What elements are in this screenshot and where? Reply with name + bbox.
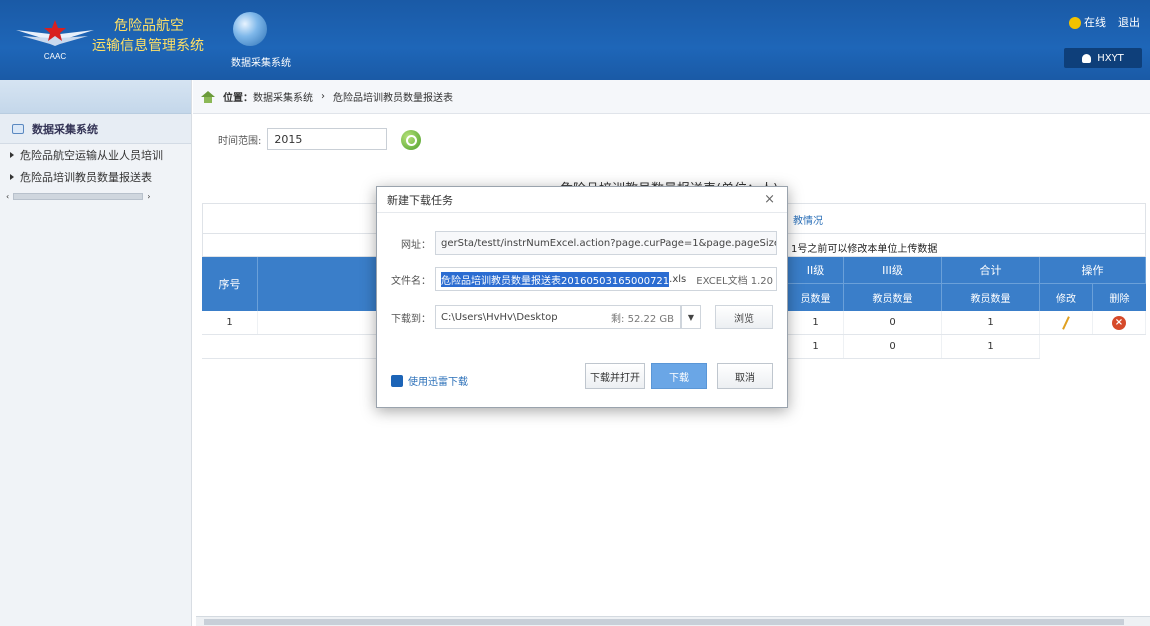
- filename-field[interactable]: 危险品培训教员数量报送表20160503165000721 .xls EXCEL…: [435, 267, 777, 291]
- cell-grade3: 0: [844, 311, 942, 334]
- download-dialog: 新建下载任务 × 网址： gerSta/testt/instrNumExcel.…: [376, 186, 788, 408]
- sidebar-item-label: 危险品培训教员数量报送表: [20, 171, 152, 184]
- caret-right-icon: [10, 152, 14, 158]
- download-open-button[interactable]: 下载并打开: [585, 363, 645, 389]
- time-range-label: 时间范围:: [218, 135, 262, 147]
- col-seq: 序号: [202, 257, 258, 311]
- url-row: 网址： gerSta/testt/instrNumExcel.action?pa…: [385, 231, 777, 255]
- time-range-input[interactable]: 2015: [267, 128, 388, 150]
- app-header: CAAC 危险品航空 运输信息管理系统 数据采集系统 在线 退出 HXYT: [0, 0, 1150, 80]
- home-icon[interactable]: [201, 90, 215, 103]
- path-dropdown[interactable]: ▼: [681, 305, 701, 329]
- filename-label: 文件名：: [391, 275, 431, 287]
- browse-button[interactable]: 浏览: [715, 305, 773, 329]
- details-link[interactable]: 教情况: [793, 212, 823, 227]
- xunlei-icon: [391, 374, 403, 387]
- notice-text: 1号之前可以修改本单位上传数据: [791, 244, 938, 255]
- pencil-icon: [1062, 315, 1070, 330]
- scroll-track[interactable]: [13, 192, 144, 200]
- cell-total: 1: [942, 311, 1040, 334]
- col-grade3-count: 教员数量: [844, 284, 942, 311]
- url-field[interactable]: gerSta/testt/instrNumExcel.action?page.c…: [435, 231, 777, 255]
- col-grade2: II级: [788, 257, 844, 284]
- xunlei-link[interactable]: 使用迅雷下载: [391, 373, 468, 388]
- close-icon[interactable]: ×: [764, 192, 775, 207]
- filename-row: 文件名： 危险品培训教员数量报送表20160503165000721 .xls …: [385, 267, 777, 291]
- system-title: 危险品航空 运输信息管理系统: [92, 16, 204, 56]
- breadcrumb-prefix: 位置：: [223, 93, 253, 104]
- time-filter: 时间范围: 2015: [218, 128, 388, 150]
- cell-sum-grade3: 0: [844, 335, 942, 358]
- chevron-down-icon: ▼: [687, 312, 695, 322]
- saveto-row: 下载到： C:\Users\HvHv\Desktop 剩: 52.22 GB ▼…: [385, 305, 773, 329]
- logout-link[interactable]: 退出: [1118, 14, 1140, 30]
- edit-button[interactable]: [1040, 311, 1093, 334]
- col-total: 合计: [942, 257, 1040, 284]
- sidebar-section-label: 数据采集系统: [32, 122, 98, 136]
- saveto-label: 下载到：: [391, 313, 431, 325]
- caret-right-icon: [10, 174, 14, 180]
- sidebar: 数据采集系统 危险品航空运输从业人员培训 危险品培训教员数量报送表 ‹ ›: [0, 80, 192, 626]
- cell-grade2: 1: [788, 311, 844, 334]
- scroll-right-icon[interactable]: ›: [147, 192, 150, 201]
- title-line2: 运输信息管理系统: [92, 38, 204, 54]
- subsystem-name: 数据采集系统: [231, 58, 291, 69]
- breadcrumb: 位置： 数据采集系统 › 危险品培训教员数量报送表: [193, 80, 1150, 114]
- sidebar-scrollbar[interactable]: ‹ ›: [6, 190, 185, 202]
- title-line1: 危险品航空: [114, 18, 184, 34]
- saveto-field[interactable]: C:\Users\HvHv\Desktop 剩: 52.22 GB: [435, 305, 681, 329]
- user-button[interactable]: HXYT: [1064, 48, 1142, 68]
- cell-seq: 1: [202, 311, 258, 334]
- globe-icon: [233, 12, 267, 46]
- dialog-header: 新建下载任务 ×: [377, 187, 787, 213]
- cancel-button[interactable]: 取消: [717, 363, 773, 389]
- sidebar-top-bar: [0, 80, 191, 114]
- breadcrumb-item-report: 危险品培训教员数量报送表: [333, 93, 453, 104]
- user-icon: [1082, 53, 1092, 63]
- svg-text:CAAC: CAAC: [44, 52, 66, 61]
- online-status[interactable]: 在线: [1069, 14, 1106, 30]
- online-label: 在线: [1084, 16, 1106, 29]
- xunlei-label: 使用迅雷下载: [408, 377, 468, 388]
- col-ops: 操作: [1040, 257, 1146, 284]
- online-icon: [1069, 17, 1081, 29]
- delete-icon: ×: [1112, 315, 1126, 330]
- free-space: 剩: 52.22 GB: [611, 313, 674, 325]
- cell-sum-total: 1: [942, 335, 1040, 358]
- col-edit: 修改: [1040, 284, 1093, 311]
- scrollbar-thumb[interactable]: [204, 619, 1124, 625]
- col-grade3: III级: [844, 257, 942, 284]
- saveto-path: C:\Users\HvHv\Desktop: [441, 311, 558, 323]
- horizontal-scrollbar[interactable]: [196, 616, 1150, 626]
- download-button[interactable]: 下载: [651, 363, 707, 389]
- dialog-title: 新建下载任务: [387, 193, 453, 207]
- file-type-size: EXCEL文档 1.20 KB: [696, 275, 776, 287]
- sidebar-section-title[interactable]: 数据采集系统: [0, 114, 191, 144]
- search-button[interactable]: [401, 130, 421, 150]
- filename-selected: 危险品培训教员数量报送表20160503165000721: [441, 271, 670, 287]
- sidebar-item-label: 危险品航空运输从业人员培训: [20, 149, 163, 162]
- monitor-icon: [12, 123, 24, 134]
- scroll-left-icon[interactable]: ‹: [6, 192, 9, 201]
- delete-button[interactable]: ×: [1093, 311, 1146, 334]
- cell-sum-grade2: 1: [788, 335, 844, 358]
- sidebar-item-staff-training[interactable]: 危险品航空运输从业人员培训: [0, 144, 191, 166]
- col-delete: 删除: [1109, 294, 1130, 305]
- caac-logo: CAAC: [14, 14, 96, 62]
- col-grade2-count: 员数量: [788, 284, 844, 311]
- breadcrumb-separator: ›: [321, 91, 325, 102]
- col-total-count: 教员数量: [942, 284, 1040, 311]
- user-label: HXYT: [1097, 52, 1124, 64]
- filename-ext: .xls: [669, 273, 687, 285]
- sidebar-item-instructor-report[interactable]: 危险品培训教员数量报送表: [0, 166, 191, 188]
- url-label: 网址：: [401, 239, 431, 251]
- breadcrumb-item-system[interactable]: 数据采集系统: [253, 89, 313, 104]
